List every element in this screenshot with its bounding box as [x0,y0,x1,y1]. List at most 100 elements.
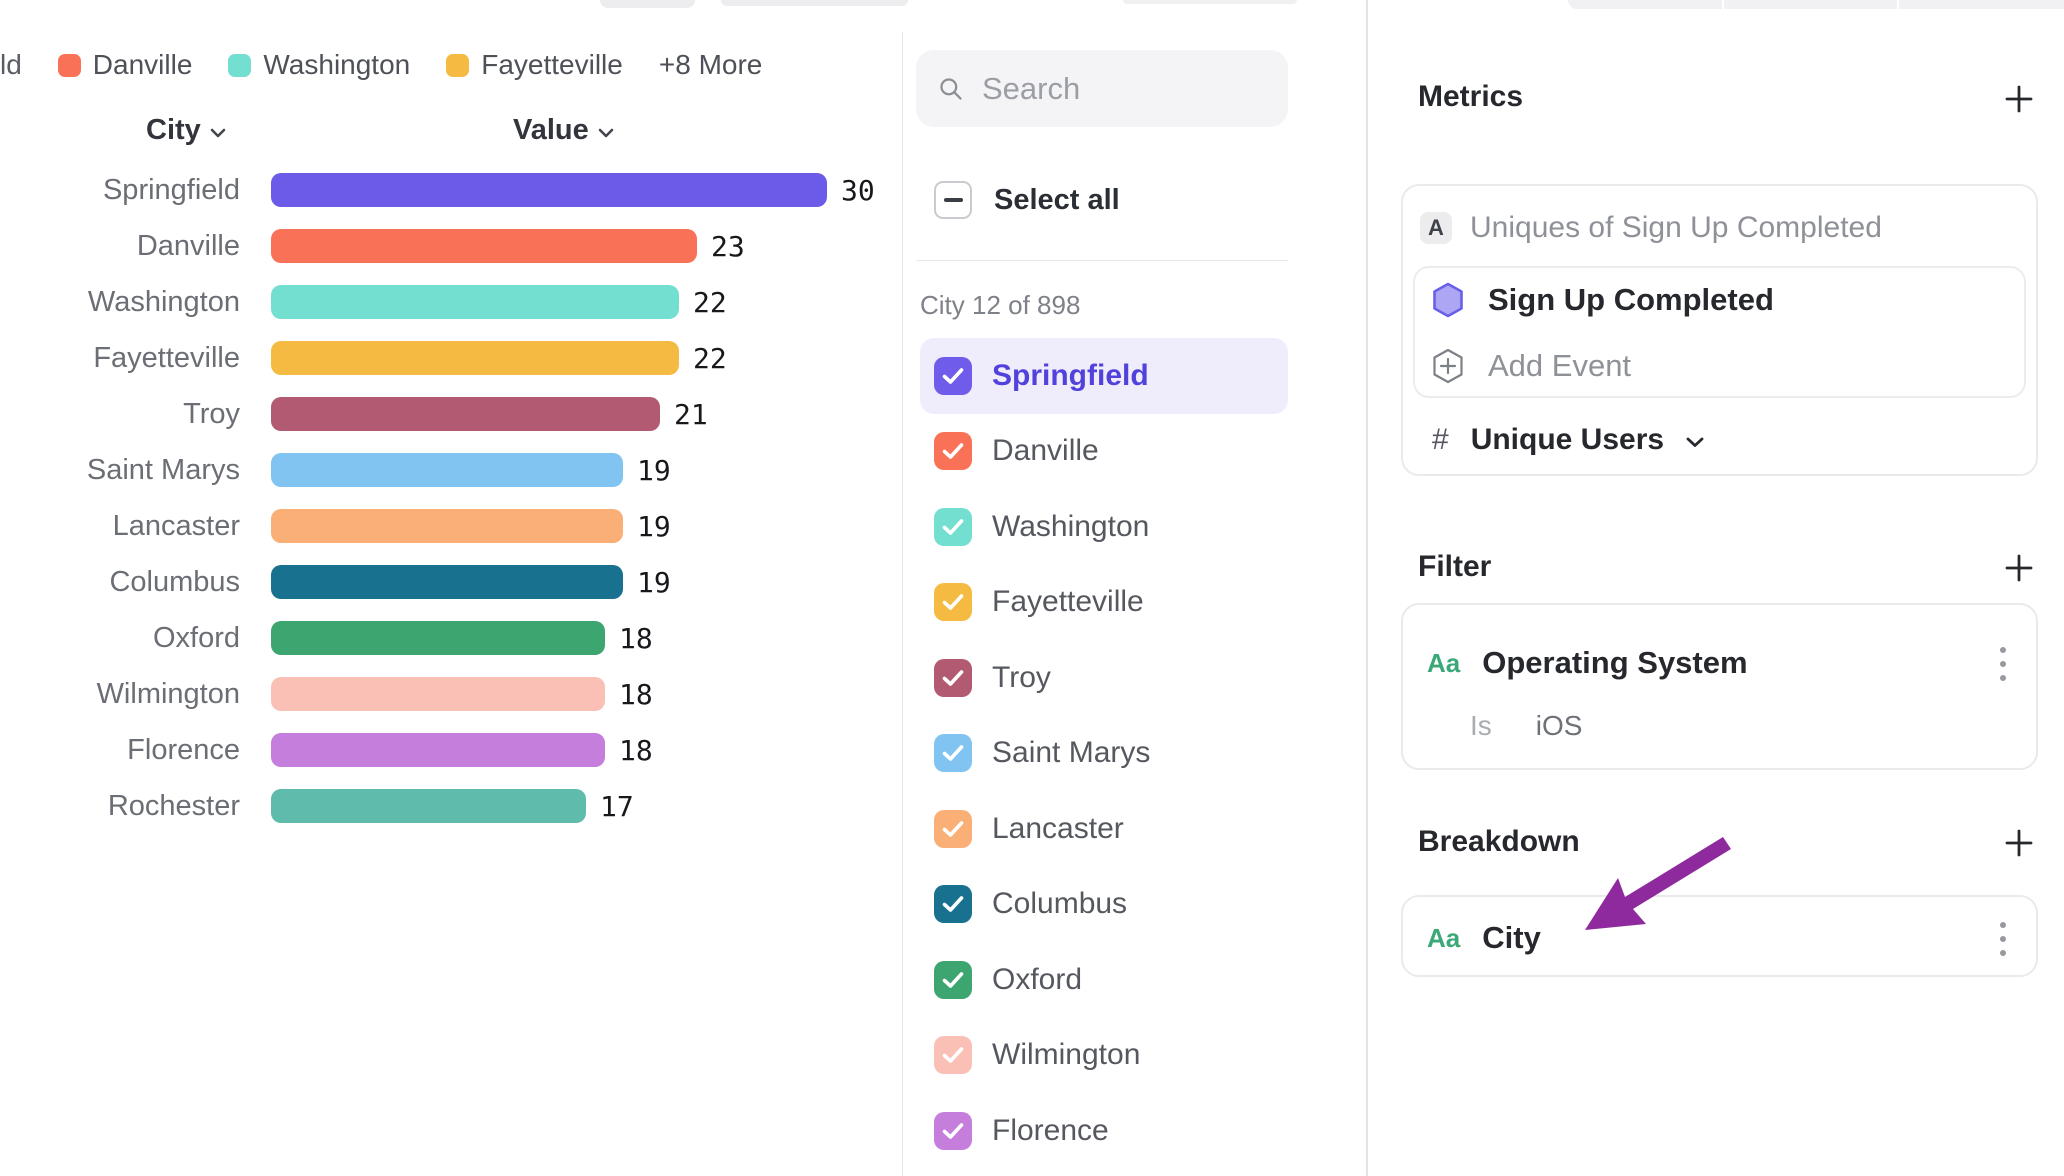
toolbar-remnant-3 [1123,0,1297,4]
event-name: Sign Up Completed [1488,282,1774,318]
bar-row: Oxford 18 [0,610,902,666]
bar[interactable] [271,565,623,599]
event-row[interactable]: Sign Up Completed [1432,282,1774,318]
bar-label: Troy [0,398,240,431]
city-list-item[interactable]: Lancaster [920,791,1288,867]
filter-value: iOS [1536,710,1583,742]
divider [916,260,1288,261]
bar[interactable] [271,677,605,711]
bar[interactable] [271,229,697,263]
filter-property-name: Operating System [1482,645,1747,681]
check-icon [942,744,964,762]
search-box[interactable] [916,50,1288,127]
legend-item[interactable]: Fayetteville [446,49,623,81]
bar[interactable] [271,509,623,543]
bar-label: Washington [0,286,240,319]
chevron-down-icon [1686,437,1704,448]
legend-item[interactable]: Danville [58,49,193,81]
city-checkbox[interactable] [934,734,972,772]
city-checkbox[interactable] [934,1036,972,1074]
kebab-menu-icon[interactable] [1990,922,2016,956]
city-list-item[interactable]: Washington [920,489,1288,565]
check-icon [942,1122,964,1140]
check-icon [942,367,964,385]
city-checkbox[interactable] [934,1112,972,1150]
bar[interactable] [271,285,679,319]
add-event-row[interactable]: Add Event [1432,348,1631,384]
filter-property-row[interactable]: Aa Operating System [1427,645,1748,681]
select-all-checkbox[interactable] [934,181,972,219]
add-breakdown-button[interactable] [2004,828,2034,858]
legend-swatch [446,54,469,77]
bar-label: Columbus [0,566,240,599]
add-metric-button[interactable] [2004,84,2034,114]
city-list-item[interactable]: Columbus [920,867,1288,943]
legend-more-button[interactable]: +8 More [659,49,763,81]
city-list-item[interactable]: Wilmington [920,1018,1288,1094]
legend-item-truncated[interactable]: ld [0,49,22,81]
aggregation-label: Unique Users [1471,423,1664,457]
city-label: Danville [992,434,1099,468]
city-list-item[interactable]: Oxford [920,942,1288,1018]
chart-legend: ld Danville Washington Fayetteville +8 More [0,50,762,80]
bar-rows: Springfield 30 Danville 23 Washington 22… [0,162,902,834]
bar-value: 18 [619,734,653,767]
bar-value: 18 [619,678,653,711]
bar[interactable] [271,453,623,487]
city-checkbox[interactable] [934,508,972,546]
bar[interactable] [271,621,605,655]
bar-row: Columbus 19 [0,554,902,610]
city-checkbox[interactable] [934,810,972,848]
breakdown-property-name: City [1482,920,1541,956]
bar-label: Saint Marys [0,454,240,487]
city-checkbox[interactable] [934,961,972,999]
metric-header-row[interactable]: A Uniques of Sign Up Completed [1420,211,1882,245]
bar[interactable] [271,397,660,431]
column-header-city[interactable]: City [146,114,226,147]
aggregation-selector[interactable]: # Unique Users [1432,423,1704,457]
bar-row: Wilmington 18 [0,666,902,722]
city-list-item[interactable]: Troy [920,640,1288,716]
search-input[interactable] [982,71,1266,107]
select-all-row[interactable]: Select all [934,181,1120,219]
city-label: Wilmington [992,1038,1140,1072]
city-list-item[interactable]: Springfield [920,338,1288,414]
string-type-icon: Aa [1427,648,1460,679]
city-checkbox[interactable] [934,659,972,697]
city-checklist: Springfield Danville Washington Fayettev… [920,338,1288,1169]
column-header-city-label: City [146,114,201,147]
city-checkbox[interactable] [934,583,972,621]
kebab-menu-icon[interactable] [1990,647,2016,681]
bar-label: Florence [0,734,240,767]
filter-condition-row[interactable]: Is iOS [1470,710,1582,742]
legend-item[interactable]: Washington [228,49,410,81]
bar-row: Rochester 17 [0,778,902,834]
bar-value: 22 [693,342,727,375]
toolbar-remnant-2 [721,0,908,6]
city-list-item[interactable]: Saint Marys [920,716,1288,792]
city-checkbox[interactable] [934,885,972,923]
city-checkbox[interactable] [934,432,972,470]
bar[interactable] [271,173,827,207]
bar[interactable] [271,341,679,375]
filter-operator: Is [1470,710,1492,742]
bar-label: Wilmington [0,678,240,711]
city-list-item[interactable]: Fayetteville [920,565,1288,641]
city-list-item[interactable]: Florence [920,1093,1288,1169]
bar[interactable] [271,789,586,823]
event-hexagon-icon [1432,282,1464,318]
legend-label: Fayetteville [481,49,623,81]
bar[interactable] [271,733,605,767]
add-filter-button[interactable] [2004,553,2034,583]
column-header-value[interactable]: Value [513,114,614,147]
bar-label: Danville [0,230,240,263]
city-list-item[interactable]: Danville [920,414,1288,490]
check-icon [942,593,964,611]
legend-swatch [228,54,251,77]
bar-value: 30 [841,174,875,207]
bar-label: Rochester [0,790,240,823]
city-checkbox[interactable] [934,357,972,395]
check-icon [942,895,964,913]
bar-value: 19 [637,510,671,543]
breakdown-property-row[interactable]: Aa City [1427,920,1541,956]
